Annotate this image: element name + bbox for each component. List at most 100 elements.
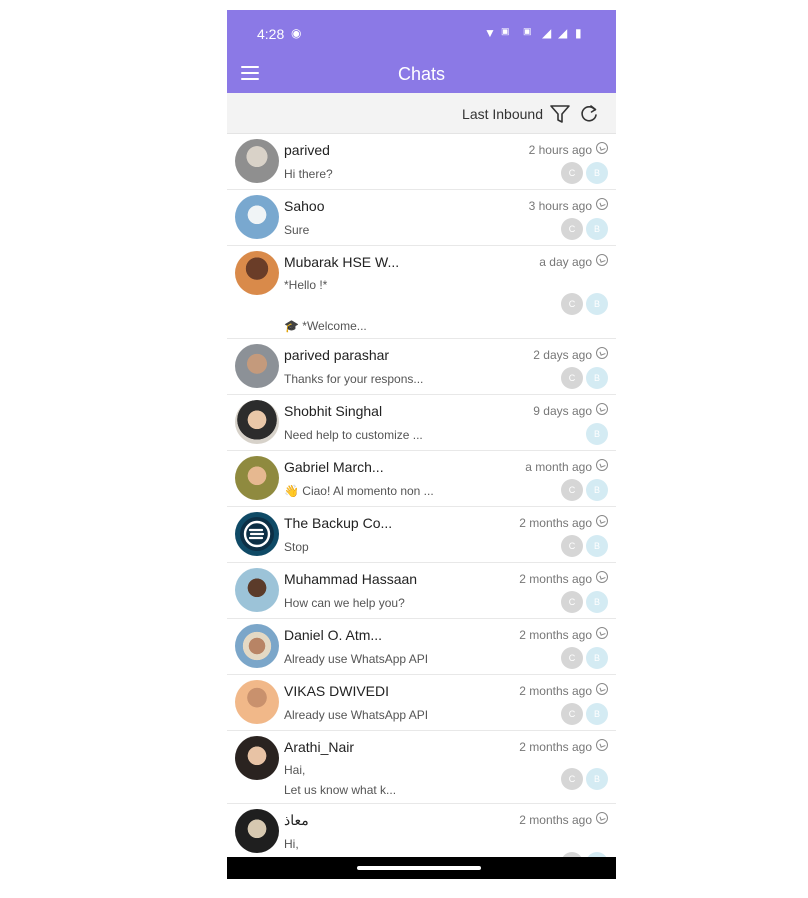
whatsapp-icon xyxy=(596,459,608,471)
signal-icon: ◢ xyxy=(542,26,552,40)
avatar xyxy=(235,809,279,853)
chat-preview: Already use WhatsApp API xyxy=(284,652,429,666)
chat-row[interactable]: parived 2 hours ago Hi there? C B xyxy=(227,134,616,190)
chat-preview: Need help to customize ... xyxy=(284,428,423,442)
chat-name: Daniel O. Atm... xyxy=(284,627,383,643)
filter-icon[interactable] xyxy=(549,103,571,125)
chat-row[interactable]: Mubarak HSE W... a day ago *Hello !* 🎓 *… xyxy=(227,246,616,339)
agent-chip-c: C xyxy=(561,293,583,315)
home-gesture-handle[interactable] xyxy=(357,866,481,870)
chat-preview: How can we help you? xyxy=(284,596,405,610)
refresh-icon[interactable] xyxy=(578,103,600,125)
status-time: 4:28 xyxy=(257,26,285,42)
chat-time: a day ago xyxy=(539,255,592,269)
chat-preview-line2: 🎓 *Welcome... xyxy=(284,319,367,333)
chat-preview: Sure xyxy=(284,223,310,237)
agent-chip-b: B xyxy=(586,293,608,315)
agent-chip-c: C xyxy=(561,479,583,501)
agent-chip-b: B xyxy=(586,535,608,557)
avatar xyxy=(235,344,279,388)
filter-label[interactable]: Last Inbound xyxy=(462,106,543,122)
agent-chip-b: B xyxy=(586,703,608,725)
chat-time: 2 months ago xyxy=(519,628,592,642)
vpn-icon: ◉ xyxy=(291,26,302,40)
chat-time: 2 months ago xyxy=(519,813,592,827)
chat-preview: Hai, xyxy=(284,763,306,777)
agent-chip-b: B xyxy=(586,768,608,790)
agent-chip-b: B xyxy=(586,218,608,240)
whatsapp-icon xyxy=(596,254,608,266)
chat-row[interactable]: Muhammad Hassaan 2 months ago How can we… xyxy=(227,563,616,619)
agent-chip-b: B xyxy=(586,367,608,389)
chat-row[interactable]: معاذ 2 months ago Hi, C B xyxy=(227,804,616,857)
chat-row[interactable]: The Backup Co... 2 months ago Stop C B xyxy=(227,507,616,563)
chat-preview: Hi there? xyxy=(284,167,333,181)
avatar xyxy=(235,195,279,239)
chat-name: VIKAS DWIVEDI xyxy=(284,683,390,699)
wifi-icon: ▼ xyxy=(484,26,496,40)
page-title: Chats xyxy=(397,64,446,84)
chat-list: parived 2 hours ago Hi there? C B Sahoo … xyxy=(227,134,616,857)
chat-preview: 👋 Ciao! Al momento non ... xyxy=(284,484,434,498)
chat-name: Sahoo xyxy=(284,198,325,214)
chat-time: a month ago xyxy=(525,460,592,474)
chat-name: parived xyxy=(284,142,330,158)
avatar xyxy=(235,624,279,668)
volte2-icon: ▣ xyxy=(523,26,532,36)
agent-chip-b: B xyxy=(586,647,608,669)
agent-chip-c: C xyxy=(561,647,583,669)
avatar xyxy=(235,680,279,724)
whatsapp-icon xyxy=(596,347,608,359)
chat-preview: Thanks for your respons... xyxy=(284,372,424,386)
chat-name: Mubarak HSE W... xyxy=(284,254,400,270)
chat-time: 3 hours ago xyxy=(528,199,592,213)
volte-icon: ▣ xyxy=(501,26,510,36)
agent-chip-c: C xyxy=(561,535,583,557)
avatar xyxy=(235,139,279,183)
chat-name: Gabriel March... xyxy=(284,459,384,475)
chat-row[interactable]: VIKAS DWIVEDI 2 months ago Already use W… xyxy=(227,675,616,731)
avatar xyxy=(235,251,279,295)
chat-name: معاذ xyxy=(284,812,309,828)
chat-time: 2 months ago xyxy=(519,740,592,754)
whatsapp-icon xyxy=(596,403,608,415)
whatsapp-icon xyxy=(596,627,608,639)
chat-time: 2 months ago xyxy=(519,572,592,586)
chat-row[interactable]: parived parashar 2 days ago Thanks for y… xyxy=(227,339,616,395)
chat-row[interactable]: Arathi_Nair 2 months ago Hai, Let us kno… xyxy=(227,731,616,804)
chat-time: 2 months ago xyxy=(519,516,592,530)
system-nav-bar xyxy=(227,857,616,879)
signal2-icon: ◢ xyxy=(558,26,568,40)
chat-row[interactable]: Shobhit Singhal 9 days ago Need help to … xyxy=(227,395,616,451)
agent-chip-c: C xyxy=(561,218,583,240)
chat-name: Shobhit Singhal xyxy=(284,403,383,419)
chat-name: Muhammad Hassaan xyxy=(284,571,418,587)
chat-time: 2 months ago xyxy=(519,684,592,698)
chat-name: Arathi_Nair xyxy=(284,739,355,755)
chat-preview: Hi, xyxy=(284,837,299,851)
chat-row[interactable]: Sahoo 3 hours ago Sure C B xyxy=(227,190,616,246)
avatar xyxy=(235,400,279,444)
chat-preview-line2: Let us know what k... xyxy=(284,783,397,797)
whatsapp-icon xyxy=(596,515,608,527)
avatar xyxy=(235,736,279,780)
agent-chip-c: C xyxy=(561,162,583,184)
chat-time: 2 days ago xyxy=(533,348,592,362)
whatsapp-icon xyxy=(596,739,608,751)
battery-icon: ▮ xyxy=(575,26,582,40)
chat-row[interactable]: Gabriel March... a month ago 👋 Ciao! Al … xyxy=(227,451,616,507)
whatsapp-icon xyxy=(596,812,608,824)
agent-chip-c: C xyxy=(561,703,583,725)
chat-time: 9 days ago xyxy=(533,404,592,418)
whatsapp-icon xyxy=(596,198,608,210)
chat-row[interactable]: Daniel O. Atm... 2 months ago Already us… xyxy=(227,619,616,675)
agent-chip-c: C xyxy=(561,367,583,389)
chat-preview: *Hello !* xyxy=(284,278,328,292)
whatsapp-icon xyxy=(596,142,608,154)
agent-chip-c: C xyxy=(561,768,583,790)
app-bar: Chats xyxy=(227,56,616,93)
filter-bar: Last Inbound xyxy=(227,93,616,134)
avatar xyxy=(235,568,279,612)
chat-name: The Backup Co... xyxy=(284,515,393,531)
avatar xyxy=(235,456,279,500)
